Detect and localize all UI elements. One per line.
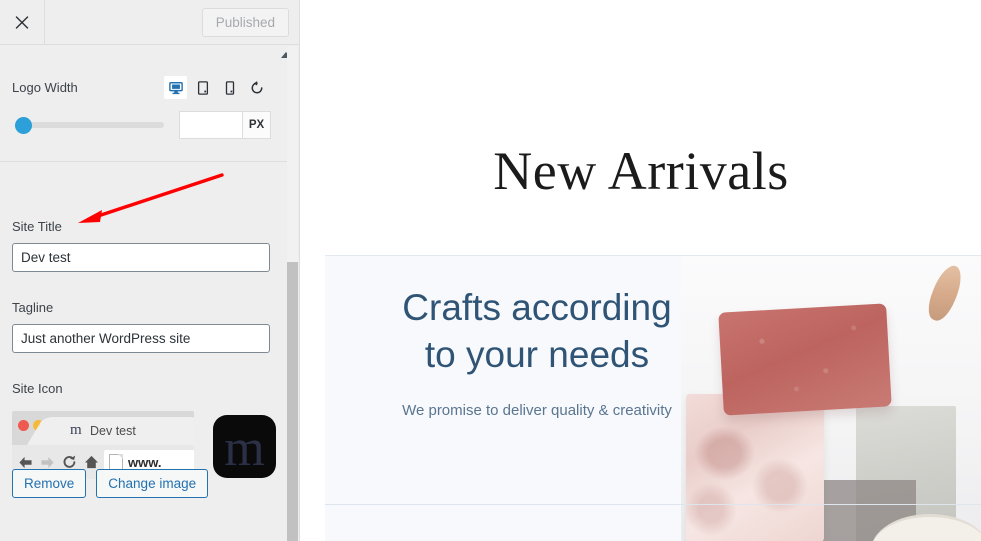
site-title-control: Site Title xyxy=(12,219,270,272)
hero-divider xyxy=(325,504,981,505)
logo-width-slider-track[interactable] xyxy=(16,122,164,128)
site-icon-control: Site Icon m Dev test www. m Remove Chang… xyxy=(12,381,282,498)
tagline-input[interactable] xyxy=(12,324,270,353)
hero-inner: Crafts according to your needs We promis… xyxy=(325,256,981,541)
logo-width-unit-label: PX xyxy=(243,111,271,139)
reset-icon[interactable] xyxy=(245,76,268,99)
close-customizer-button[interactable] xyxy=(0,0,45,44)
customizer-header: Published xyxy=(0,0,299,45)
customizer-screen: Published Logo Width PX Site Title Dev t… xyxy=(0,0,981,541)
app-icon-letter: m xyxy=(224,419,265,477)
logo-width-input[interactable] xyxy=(179,111,243,139)
customizer-sidebar: Published Logo Width PX Site Title Dev t… xyxy=(0,0,300,541)
hero-text-block: Crafts according to your needs We promis… xyxy=(387,284,687,426)
logo-width-slider-thumb[interactable] xyxy=(15,117,32,134)
browser-url-text: www. xyxy=(128,454,162,470)
preview-site-heading: New Arrivals xyxy=(493,141,789,201)
soap-bar-top-shape xyxy=(718,303,892,416)
sidebar-scrollbar-thumb[interactable] xyxy=(287,262,298,541)
site-icon-actions: Remove Change image xyxy=(12,469,209,498)
desktop-icon[interactable] xyxy=(164,76,187,99)
dried-grass-head-shape xyxy=(923,261,967,325)
site-icon-label: Site Icon xyxy=(12,381,63,396)
customizer-panel-body: Logo Width PX Site Title Dev test Taglin… xyxy=(0,46,288,541)
panel-divider xyxy=(0,161,288,162)
site-title-input[interactable] xyxy=(12,243,270,272)
hero-subtitle: We promise to deliver quality & creativi… xyxy=(402,402,672,419)
remove-image-button[interactable]: Remove xyxy=(12,469,87,498)
site-title-label: Site Title xyxy=(12,219,62,234)
logo-width-value-group: PX xyxy=(179,111,271,139)
site-preview-frame[interactable]: New Arrivals Crafts according to your ne… xyxy=(301,0,981,541)
preview-hero-section: Crafts according to your needs We promis… xyxy=(325,255,981,541)
tagline-control: Tagline xyxy=(12,300,270,353)
publish-button[interactable]: Published xyxy=(201,8,289,37)
close-x-icon xyxy=(15,15,29,29)
hero-product-image xyxy=(681,256,981,541)
device-preview-switcher xyxy=(164,76,268,99)
browser-tab-title: Dev test xyxy=(90,424,136,438)
logo-width-label: Logo Width xyxy=(12,80,78,95)
browser-tabbar: m Dev test xyxy=(12,411,194,445)
soap-bar-bottom-shape xyxy=(686,394,824,541)
change-image-button[interactable]: Change image xyxy=(96,469,209,498)
hero-title: Crafts according to your needs xyxy=(402,287,672,375)
app-icon-preview: m xyxy=(213,415,276,478)
tagline-label: Tagline xyxy=(12,300,54,315)
favicon-preview: m xyxy=(70,422,82,438)
tablet-icon[interactable] xyxy=(191,76,214,99)
logo-width-slider-row: PX xyxy=(12,108,276,142)
page-document-icon xyxy=(109,453,123,471)
mobile-icon[interactable] xyxy=(218,76,241,99)
